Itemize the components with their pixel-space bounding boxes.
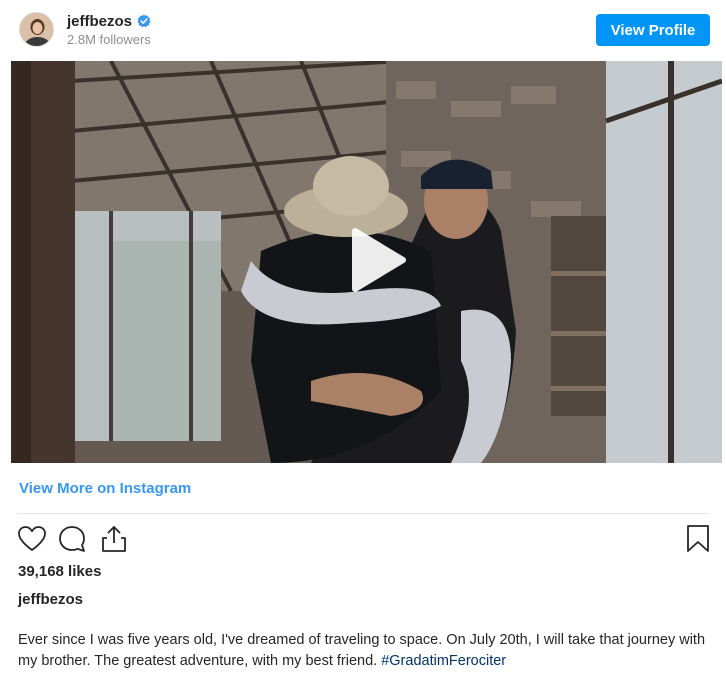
follower-count: 2.8M followers [67, 32, 151, 47]
view-profile-button[interactable]: View Profile [596, 14, 710, 46]
like-count[interactable]: 39,168 likes [18, 563, 101, 580]
caption-text: Ever since I was five years old, I've dr… [18, 632, 706, 669]
view-more-link[interactable]: View More on Instagram [19, 480, 191, 497]
play-icon[interactable] [333, 221, 411, 299]
video-player[interactable] [11, 61, 722, 463]
post-caption: Ever since I was five years old, I've dr… [18, 630, 708, 672]
post-author[interactable]: jeffbezos [18, 591, 83, 608]
hashtag-link[interactable]: #GradatimFerociter [381, 653, 506, 669]
username[interactable]: jeffbezos [67, 13, 132, 30]
divider [17, 513, 710, 514]
heart-icon[interactable] [17, 524, 47, 554]
username-row: jeffbezos [67, 12, 151, 30]
verified-badge-icon [137, 14, 151, 28]
share-icon[interactable] [99, 524, 129, 554]
avatar[interactable] [19, 12, 54, 47]
bookmark-icon[interactable] [685, 524, 711, 554]
post-header: jeffbezos 2.8M followers View Profile [0, 0, 726, 60]
comment-icon[interactable] [57, 524, 87, 554]
